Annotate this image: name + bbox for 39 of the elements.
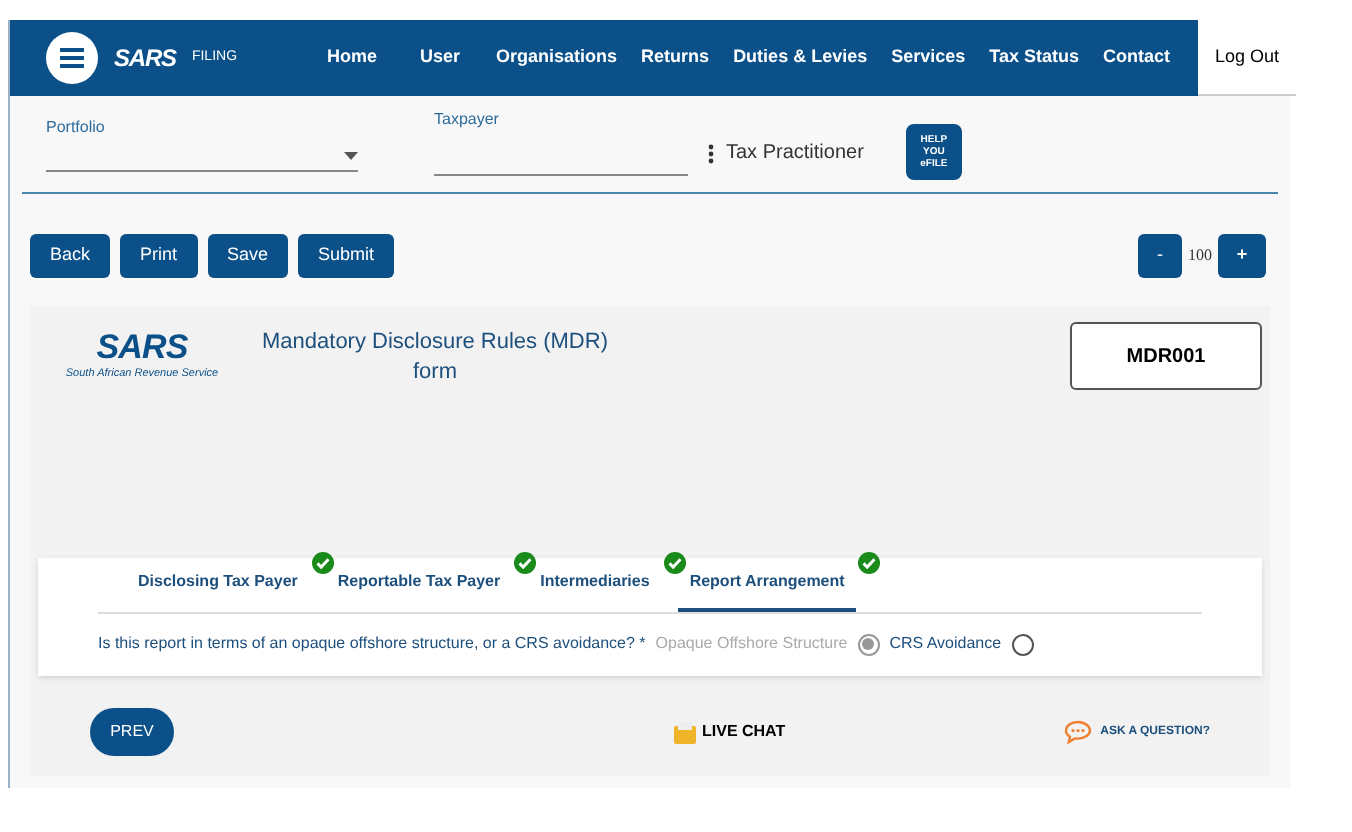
form-tab[interactable]: Report Arrangement <box>677 570 857 612</box>
nav-link[interactable]: Organisations <box>484 44 630 72</box>
form-code-box: MDR001 <box>1070 322 1262 390</box>
toolbar-button[interactable]: Submit <box>298 234 395 278</box>
form-tab[interactable]: Disclosing Tax Payer <box>126 570 310 612</box>
nav-link[interactable]: Tax Status <box>977 44 1091 72</box>
form-subtitle: form <box>413 358 457 388</box>
nav-link[interactable]: User <box>396 44 485 72</box>
sars-logo: SARS <box>96 330 188 366</box>
chat-icon <box>674 721 696 743</box>
nav-link[interactable]: Returns <box>629 44 722 72</box>
nav-link[interactable]: Services <box>879 44 978 72</box>
more-options-icon[interactable] <box>708 144 714 164</box>
radio-button[interactable] <box>1011 633 1034 655</box>
menu-icon <box>60 48 84 68</box>
logout-link[interactable]: Log Out <box>1214 43 1280 71</box>
live-chat-link[interactable]: LIVE CHAT <box>674 720 786 744</box>
nav-link[interactable]: Home <box>308 44 397 72</box>
nav-link[interactable]: Contact <box>1091 44 1182 72</box>
nav-link[interactable]: Duties & Levies <box>721 44 880 72</box>
toolbar-button[interactable]: Back <box>30 234 111 278</box>
zoom-out-button[interactable]: - <box>1138 234 1182 278</box>
form-tab[interactable]: Reportable Tax Payer <box>325 570 513 612</box>
portfolio-label: Portfolio <box>46 116 107 140</box>
zoom-in-button[interactable]: + <box>1218 234 1266 278</box>
menu-button[interactable] <box>46 32 98 84</box>
form-tab[interactable]: Intermediaries <box>528 570 662 612</box>
toolbar-button[interactable]: Save <box>207 234 289 278</box>
role-label: Tax Practitioner <box>726 140 864 168</box>
prev-button[interactable]: PREV <box>90 708 174 756</box>
question-text: Is this report in terms of an opaque offshore structure, or a CRS avoidance? * <box>98 632 646 656</box>
zoom-value: 100 <box>1188 244 1212 268</box>
dropdown-caret-icon <box>344 151 358 159</box>
speech-bubble-icon <box>1064 720 1093 744</box>
radio-option[interactable]: CRS Avoidance <box>889 632 1034 656</box>
taxpayer-label: Taxpayer <box>434 108 501 132</box>
brand-logo: SARS <box>114 42 176 76</box>
form-title: Mandatory Disclosure Rules (MDR) <box>262 328 608 358</box>
toolbar-button[interactable]: Print <box>120 234 198 278</box>
